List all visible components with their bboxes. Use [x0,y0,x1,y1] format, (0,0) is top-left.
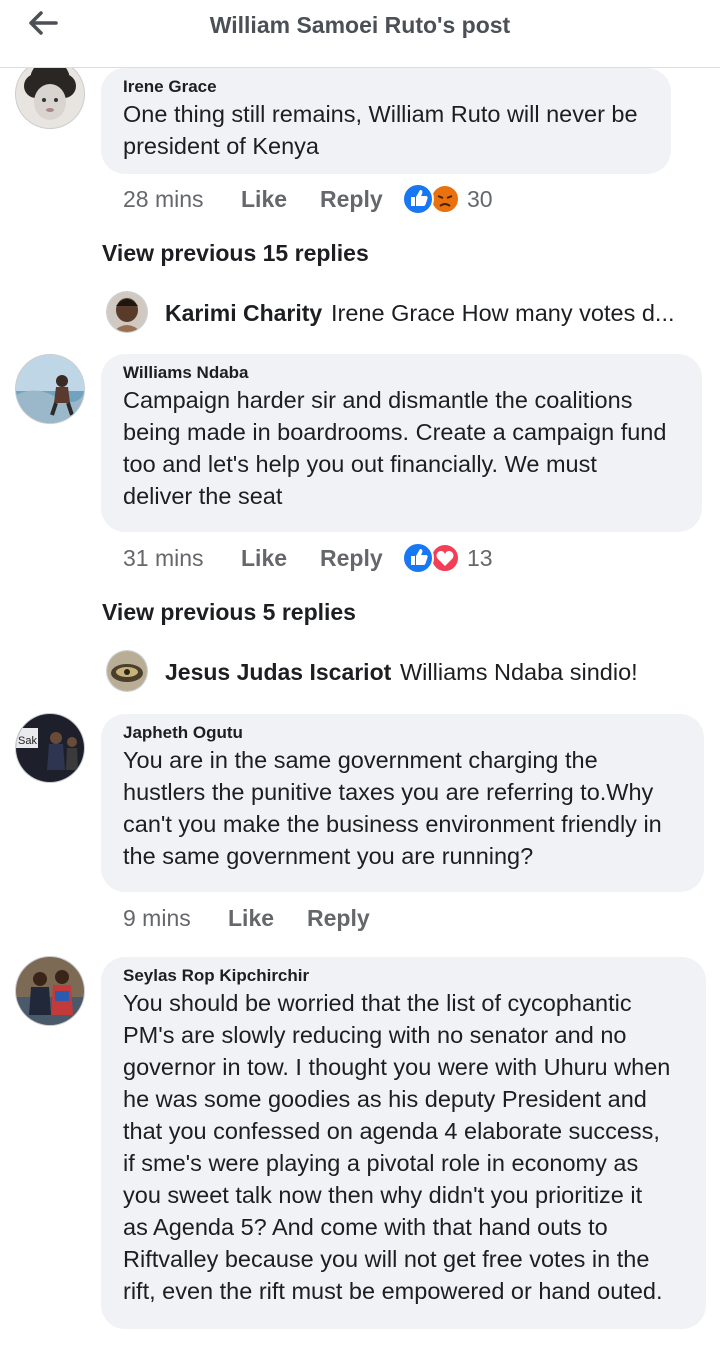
comment-bubble: Japheth Ogutu You are in the same govern… [101,714,704,892]
reply-button[interactable]: Reply [307,905,370,932]
like-button[interactable]: Like [241,545,287,572]
post-header: William Samoei Ruto's post [0,0,720,68]
avatar[interactable] [16,355,84,423]
reaction-count[interactable]: 13 [467,545,493,572]
comment-author[interactable]: Williams Ndaba [123,362,680,384]
like-button[interactable]: Like [241,186,287,213]
comment-time[interactable]: 9 mins [123,905,191,932]
svg-text:Sak: Sak [18,735,37,747]
page-title: William Samoei Ruto's post [209,12,511,38]
comment-author[interactable]: Irene Grace [123,76,649,98]
reply-text: Irene Grace How many votes d... [331,300,675,326]
reply-author[interactable]: Karimi Charity [165,300,322,327]
comment-time[interactable]: 28 mins [123,186,204,213]
reactions-icon[interactable] [401,182,463,216]
comment-text: One thing still remains, William Ruto wi… [123,101,638,159]
comment-author[interactable]: Seylas Rop Kipchirchir [123,965,684,987]
reply-button[interactable]: Reply [320,186,383,213]
comment-text: You should be worried that the list of c… [123,990,671,1304]
comment-bubble: Irene Grace One thing still remains, Wil… [101,68,671,174]
view-previous-replies[interactable]: View previous 5 replies [102,599,356,626]
view-previous-replies[interactable]: View previous 15 replies [102,240,369,267]
reactions-icon[interactable] [401,541,463,575]
comment-text: You are in the same government charging … [123,747,662,869]
reply-text: Williams Ndaba sindio! [400,659,638,685]
reply-author[interactable]: Jesus Judas Iscariot [165,659,391,686]
avatar[interactable] [107,292,147,332]
avatar[interactable] [107,651,147,691]
comment-bubble: Williams Ndaba Campaign harder sir and d… [101,354,702,532]
comment-bubble: Seylas Rop Kipchirchir You should be wor… [101,957,706,1329]
reaction-count[interactable]: 30 [467,186,493,213]
comment-author[interactable]: Japheth Ogutu [123,722,682,744]
like-button[interactable]: Like [228,905,274,932]
avatar[interactable] [16,957,84,1025]
comment-text: Campaign harder sir and dismantle the co… [123,387,667,509]
reply-button[interactable]: Reply [320,545,383,572]
avatar[interactable] [16,60,84,128]
avatar[interactable]: Sak [16,714,84,782]
comment-time[interactable]: 31 mins [123,545,204,572]
